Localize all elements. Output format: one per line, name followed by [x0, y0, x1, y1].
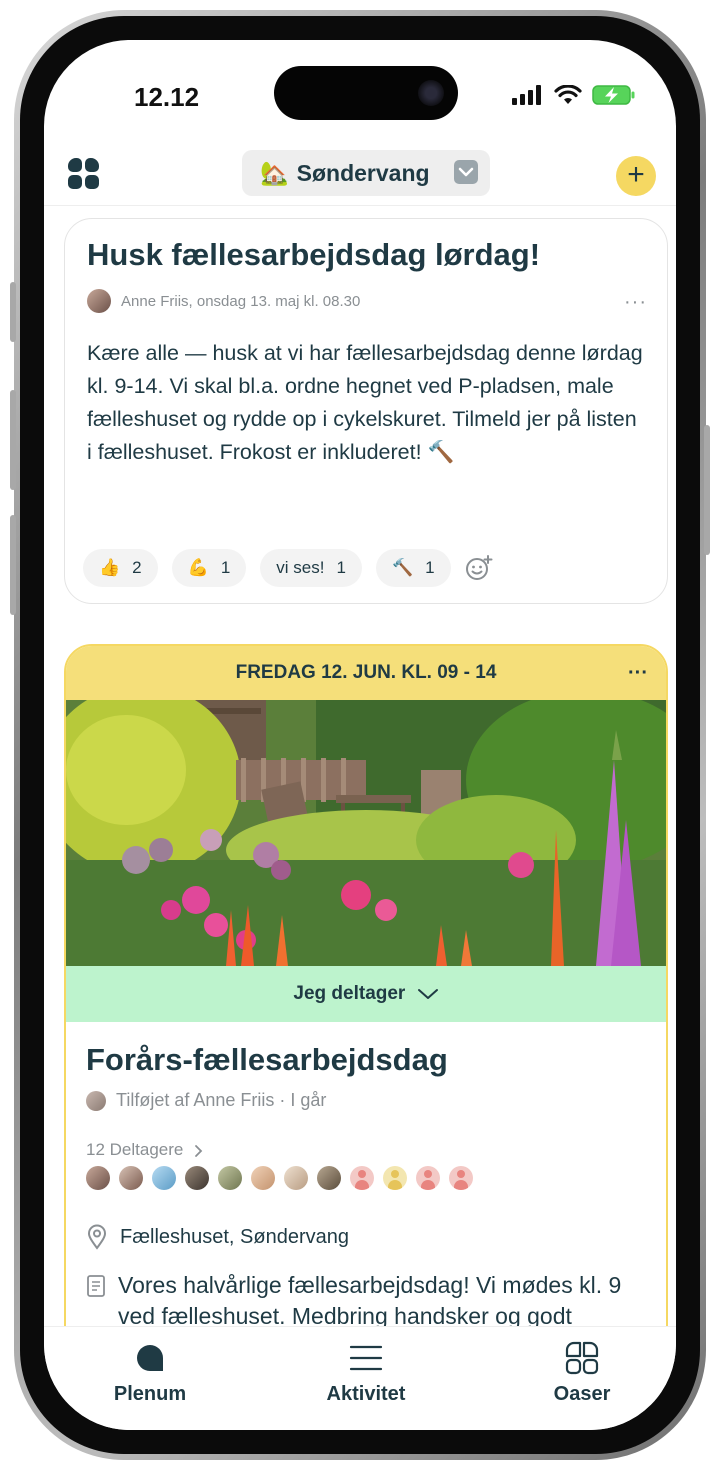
dynamic-island — [274, 66, 458, 120]
reaction-count: 2 — [132, 558, 142, 577]
volume-up-button — [10, 390, 16, 490]
cellular-signal-icon — [512, 85, 541, 105]
chevron-right-icon — [195, 1144, 203, 1157]
event-added-by: Tilføjet af Anne Friis · I går — [86, 1090, 326, 1111]
document-icon — [87, 1275, 105, 1297]
bezel: 12.12 🏡 Søndervang + Husk fællesarbejdsd… — [20, 16, 700, 1454]
volume-down-button — [10, 515, 16, 615]
avatar — [251, 1166, 275, 1190]
add-button[interactable]: + — [616, 156, 656, 196]
event-location: Fælleshuset, Søndervang — [86, 1224, 349, 1250]
status-bar: 12.12 — [44, 40, 676, 140]
tab-label: Oaser — [553, 1383, 611, 1405]
post-title: Husk fællesarbejdsdag lørdag! — [87, 237, 541, 272]
post-author: Anne Friis — [121, 292, 189, 310]
avatar — [86, 1090, 106, 1111]
status-time: 12.12 — [134, 82, 200, 112]
participants-label: 12 Deltagere — [86, 1140, 184, 1159]
avatar — [87, 289, 111, 313]
avatar — [185, 1166, 209, 1190]
reaction-muscle[interactable]: 💪 1 — [171, 549, 247, 587]
avatar — [152, 1166, 176, 1190]
participants-link[interactable]: 12 Deltagere — [86, 1140, 206, 1160]
app-header: 🏡 Søndervang + — [44, 144, 676, 206]
add-reaction-icon[interactable] — [465, 554, 493, 582]
thumbs-up-icon: 👍 — [99, 558, 121, 577]
chevron-down-icon — [454, 160, 478, 184]
added-by-text: Tilføjet af Anne Friis · I går — [116, 1090, 327, 1110]
reaction-count: 1 — [336, 558, 346, 577]
description-text: Vores halvårlige fællesarbejdsdag! Vi mø… — [118, 1272, 622, 1328]
battery-charging-icon — [592, 85, 635, 105]
list-icon — [349, 1345, 383, 1371]
avatar — [284, 1166, 308, 1190]
community-switcher[interactable]: 🏡 Søndervang — [242, 150, 490, 196]
post-meta: Anne Friis, onsdag 13. maj kl. 08.30 — [87, 289, 360, 313]
rsvp-button[interactable]: Jeg deltager — [66, 966, 666, 1022]
participant-avatars[interactable] — [86, 1166, 473, 1190]
hammer-icon: 🔨 — [391, 558, 414, 577]
reaction-count: 1 — [425, 558, 435, 577]
phone-frame: 12.12 🏡 Søndervang + Husk fællesarbejdsd… — [10, 10, 710, 1460]
rsvp-label: Jeg deltager — [293, 983, 406, 1004]
avatar — [119, 1166, 143, 1190]
event-description: Vores halvårlige fællesarbejdsdag! Vi mø… — [86, 1270, 646, 1328]
avatar — [218, 1166, 242, 1190]
status-icons — [512, 84, 636, 106]
house-emoji-icon: 🏡 — [260, 159, 289, 186]
wifi-icon — [554, 85, 582, 104]
event-date-banner: FREDAG 12. JUN. KL. 09 - 14 ··· — [66, 646, 666, 700]
event-image — [66, 700, 666, 966]
tab-bar: Plenum Aktivitet Oaser — [44, 1326, 676, 1430]
avatar — [317, 1166, 341, 1190]
chevron-down-icon — [417, 988, 438, 999]
post-body: Kære alle — husk at vi har fællesarbejds… — [87, 341, 643, 464]
tab-label: Plenum — [113, 1383, 187, 1405]
chat-bubble-icon — [137, 1345, 163, 1371]
tab-label: Aktivitet — [326, 1383, 406, 1405]
action-button — [10, 282, 16, 342]
avatar — [449, 1166, 473, 1190]
reaction-thumbs-up[interactable]: 👍 2 — [83, 549, 158, 587]
event-date: FREDAG 12. JUN. KL. 09 - 14 — [235, 662, 497, 683]
post-date: onsdag 13. maj kl. 08.30 — [196, 292, 361, 310]
reactions-bar: 👍 2 💪 1 vi ses! 1 🔨 1 — [83, 549, 493, 587]
event-card[interactable]: FREDAG 12. JUN. KL. 09 - 14 ··· Jeg delt… — [64, 644, 668, 1328]
post-card[interactable]: Husk fællesarbejdsdag lørdag! Anne Friis… — [64, 218, 668, 604]
more-options-icon[interactable]: ··· — [624, 291, 647, 314]
avatar — [383, 1166, 407, 1190]
avatar — [416, 1166, 440, 1190]
tab-plenum[interactable]: Plenum — [80, 1341, 220, 1406]
reaction-count: 1 — [220, 558, 231, 577]
location-pin-icon — [87, 1224, 107, 1250]
power-button — [704, 425, 710, 555]
camera-icon — [418, 80, 444, 106]
tab-aktivitet[interactable]: Aktivitet — [296, 1341, 436, 1406]
menu-grid-icon[interactable] — [68, 158, 100, 190]
muscle-icon: 💪 — [187, 558, 209, 577]
community-name: Søndervang — [296, 159, 430, 186]
avatar — [350, 1166, 374, 1190]
reaction-label: vi ses! — [276, 558, 325, 577]
screen: 12.12 🏡 Søndervang + Husk fællesarbejdsd… — [44, 40, 676, 1430]
more-options-icon[interactable]: ··· — [628, 646, 648, 700]
tab-oaser[interactable]: Oaser — [512, 1341, 652, 1406]
feed[interactable]: Husk fællesarbejdsdag lørdag! Anne Friis… — [44, 208, 676, 1328]
avatar — [86, 1166, 110, 1190]
location-text: Fælleshuset, Søndervang — [120, 1225, 350, 1248]
reaction-hammer[interactable]: 🔨 1 — [375, 549, 451, 587]
event-title: Forårs-fællesarbejdsdag — [86, 1042, 448, 1077]
grid-icon — [565, 1341, 599, 1375]
reaction-vi-ses[interactable]: vi ses! 1 — [260, 549, 362, 587]
